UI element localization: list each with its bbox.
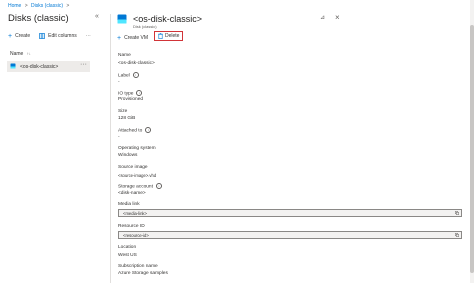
page-subtitle: Disk (classic) xyxy=(133,24,157,29)
plus-icon: + xyxy=(8,32,13,40)
media-link-field[interactable]: <media-link> xyxy=(118,209,462,217)
pane-divider xyxy=(110,14,111,283)
delete-label: Delete xyxy=(165,33,180,39)
edit-columns-label: Edit columns xyxy=(48,33,77,39)
storage-account-link[interactable]: <disk-name> xyxy=(118,191,146,196)
collapse-pane-icon[interactable]: « xyxy=(95,13,99,20)
storage-account-field: Storage account i xyxy=(118,183,162,189)
location-value: West US xyxy=(118,253,137,258)
create-vm-label: Create VM xyxy=(124,35,148,41)
edit-columns-icon xyxy=(39,33,45,39)
delete-button[interactable]: Delete xyxy=(154,31,183,41)
size-value: 128 GiB xyxy=(118,116,136,121)
disk-icon xyxy=(117,14,127,24)
scrollbar-thumb[interactable] xyxy=(470,25,474,273)
source-image-value: <source-image>.vhd xyxy=(118,173,157,178)
edit-columns-button[interactable]: Edit columns xyxy=(39,33,77,39)
trash-icon xyxy=(158,33,163,39)
disk-icon xyxy=(10,63,16,69)
list-item-label: <os-disk-classic> xyxy=(20,63,59,70)
breadcrumb-home[interactable]: Home xyxy=(8,3,21,9)
location-label: Location xyxy=(118,245,137,250)
info-icon[interactable]: i xyxy=(136,90,143,96)
breadcrumb-disks-classic[interactable]: Disks (classic) xyxy=(31,3,63,9)
size-label: Size xyxy=(118,109,128,114)
label-label: Label xyxy=(118,73,130,79)
close-icon[interactable]: × xyxy=(335,13,340,22)
name-value: <os-disk-classic> xyxy=(118,61,155,66)
label-field: Label i xyxy=(118,72,139,78)
pin-icon[interactable]: ⊿ xyxy=(320,14,325,21)
io-type-value: Provisioned xyxy=(118,97,144,102)
row-more-icon[interactable]: ··· xyxy=(80,61,87,68)
os-label: Operating system xyxy=(118,146,156,151)
storage-account-label: Storage account xyxy=(118,184,153,190)
copy-icon[interactable] xyxy=(455,233,459,237)
name-column-header[interactable]: Name ↑↓ xyxy=(10,51,31,57)
io-type-label: IO type xyxy=(118,91,134,97)
info-icon[interactable]: i xyxy=(155,183,162,189)
more-icon: ··· xyxy=(85,33,91,39)
name-label: Name xyxy=(118,53,131,58)
media-link-label: Media link xyxy=(118,202,140,207)
create-label: Create xyxy=(15,33,31,39)
copy-icon[interactable] xyxy=(455,211,459,215)
info-icon[interactable]: i xyxy=(132,72,139,78)
info-icon[interactable]: i xyxy=(145,127,152,133)
more-actions-button[interactable]: ··· xyxy=(86,33,91,39)
resource-id-value: <resource-id> xyxy=(123,233,149,238)
plus-icon: + xyxy=(117,34,122,42)
breadcrumb-separator: > xyxy=(24,3,28,9)
media-link-value: <media-link> xyxy=(123,211,147,216)
page-title: <os-disk-classic> xyxy=(133,14,203,24)
left-pane-title: Disks (classic) xyxy=(8,13,69,24)
label-value: - xyxy=(118,80,120,85)
io-type-field: IO type i xyxy=(118,90,143,97)
create-vm-button[interactable]: + Create VM xyxy=(117,34,148,42)
resource-id-label: Resource ID xyxy=(118,224,145,229)
name-column-label: Name xyxy=(10,51,24,57)
os-value: Windows xyxy=(118,153,138,158)
breadcrumb-separator: > xyxy=(66,3,70,9)
attached-to-value: - xyxy=(118,135,120,140)
create-button[interactable]: + Create xyxy=(8,32,31,40)
left-toolbar: + Create Edit columns ··· xyxy=(8,32,91,40)
subscription-value: Azure Storage samples xyxy=(118,271,168,276)
source-image-label: Source image xyxy=(118,165,148,170)
resource-id-field[interactable]: <resource-id> xyxy=(118,231,462,239)
attached-to-field: Attached to i xyxy=(118,127,152,134)
sort-icon: ↑↓ xyxy=(26,51,31,56)
breadcrumb: Home > Disks (classic) > xyxy=(8,3,71,9)
subscription-label: Subscription name xyxy=(118,264,158,269)
attached-to-label: Attached to xyxy=(118,128,143,134)
list-item[interactable]: <os-disk-classic> ··· xyxy=(7,61,90,72)
